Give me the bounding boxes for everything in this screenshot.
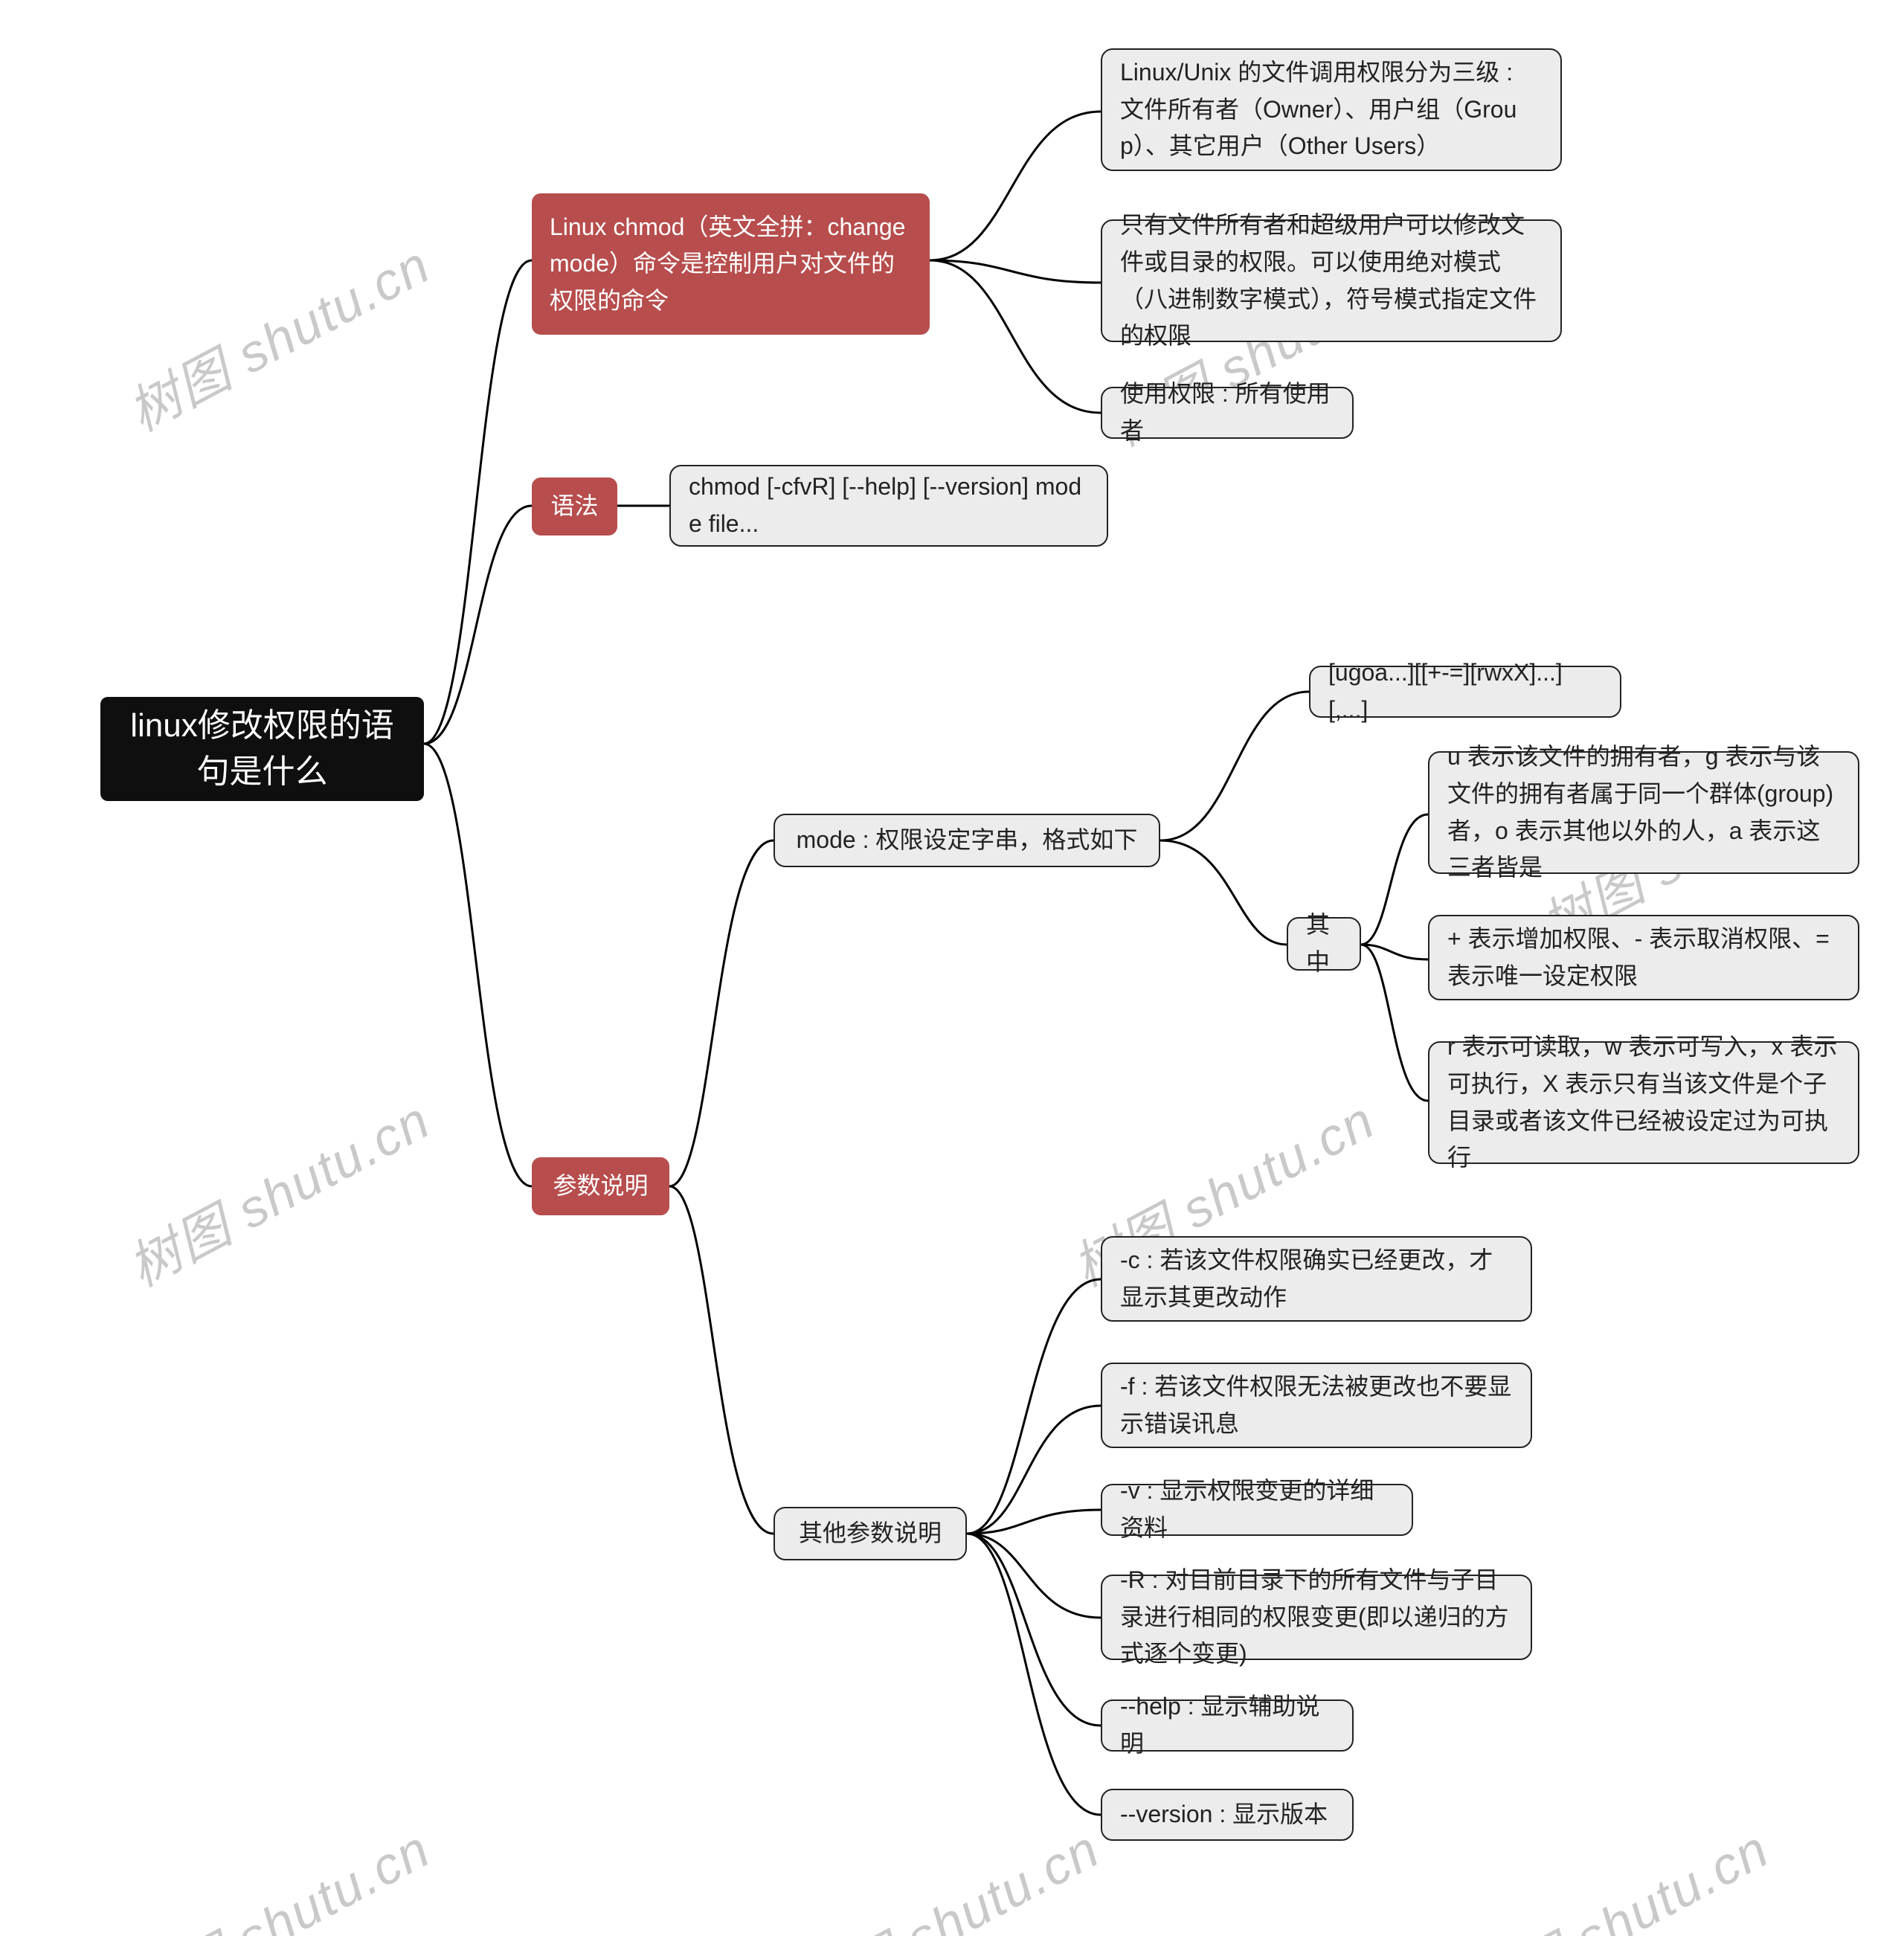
leaf-mode-pattern[interactable]: [ugoa...][[+-=][rwxX]...][,...] [1309, 666, 1621, 718]
leaf-wherein-ops[interactable]: + 表示增加权限、- 表示取消权限、= 表示唯一设定权限 [1428, 915, 1859, 1000]
leaf-opt-version[interactable]: --version : 显示版本 [1101, 1789, 1354, 1841]
leaf-opt-v[interactable]: -v : 显示权限变更的详细资料 [1101, 1484, 1413, 1536]
leaf-wherein-ugoa[interactable]: u 表示该文件的拥有者，g 表示与该文件的拥有者属于同一个群体(group)者，… [1428, 751, 1859, 874]
leaf-opt-c[interactable]: -c : 若该文件权限确实已经更改，才显示其更改动作 [1101, 1236, 1532, 1322]
node-mode[interactable]: mode : 权限设定字串，格式如下 [774, 814, 1160, 867]
leaf-intro-users[interactable]: 使用权限 : 所有使用者 [1101, 387, 1354, 439]
watermark: 树图 shutu.cn [1452, 1808, 1780, 1936]
leaf-wherein-rwx[interactable]: r 表示可读取，w 表示可写入，x 表示可执行，X 表示只有当该文件是个子目录或… [1428, 1041, 1859, 1164]
node-other-params[interactable]: 其他参数说明 [774, 1507, 967, 1560]
leaf-intro-permissions[interactable]: Linux/Unix 的文件调用权限分为三级 : 文件所有者（Owner）、用户… [1101, 48, 1562, 171]
mindmap-canvas: 树图 shutu.cn 树图 shutu.cn 树图 shutu.cn 树图 s… [0, 0, 1904, 1936]
watermark: 树图 shutu.cn [113, 224, 441, 446]
leaf-syntax-value[interactable]: chmod [-cfvR] [--help] [--version] mode … [669, 465, 1108, 547]
root-node[interactable]: linux修改权限的语句是什么 [100, 697, 424, 801]
watermark: 树图 shutu.cn [113, 1808, 441, 1936]
branch-params[interactable]: 参数说明 [532, 1157, 669, 1215]
watermark: 树图 shutu.cn [113, 1079, 441, 1302]
node-wherein[interactable]: 其中 [1287, 917, 1361, 971]
leaf-opt-help[interactable]: --help : 显示辅助说明 [1101, 1699, 1354, 1752]
watermark: 树图 shutu.cn [782, 1808, 1110, 1936]
branch-intro[interactable]: Linux chmod（英文全拼：change mode）命令是控制用户对文件的… [532, 193, 930, 335]
leaf-opt-f[interactable]: -f : 若该文件权限无法被更改也不要显示错误讯息 [1101, 1363, 1532, 1448]
leaf-intro-owner[interactable]: 只有文件所有者和超级用户可以修改文件或目录的权限。可以使用绝对模式（八进制数字模… [1101, 219, 1562, 342]
branch-syntax[interactable]: 语法 [532, 477, 617, 536]
leaf-opt-recursive[interactable]: -R : 对目前目录下的所有文件与子目录进行相同的权限变更(即以递归的方式逐个变… [1101, 1575, 1532, 1660]
